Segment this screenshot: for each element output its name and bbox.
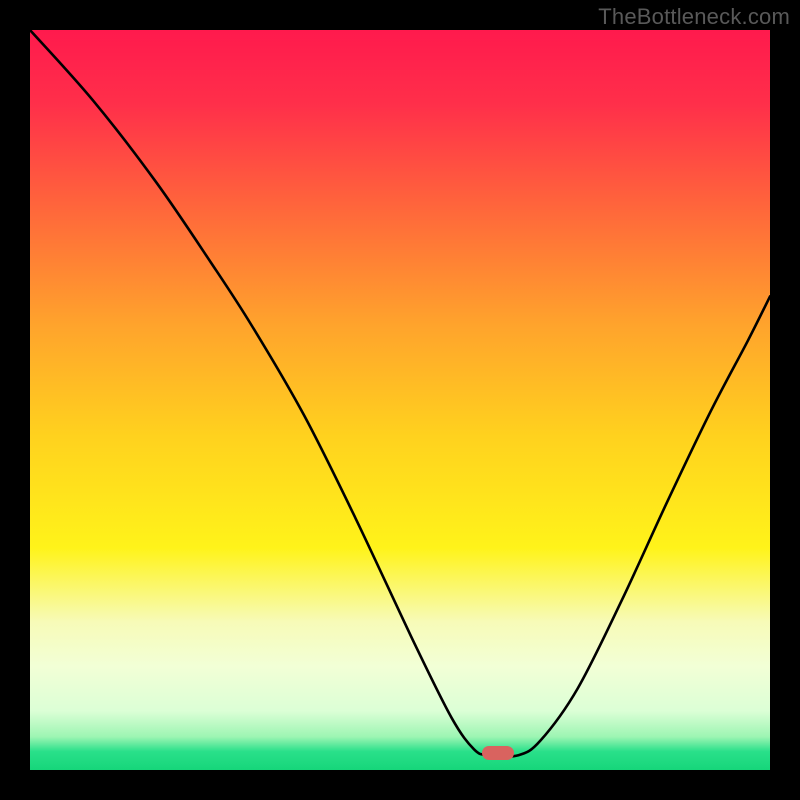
plot-area (30, 30, 770, 770)
chart-frame: TheBottleneck.com (0, 0, 800, 800)
watermark-text: TheBottleneck.com (598, 4, 790, 30)
optimal-marker (482, 746, 514, 760)
bottleneck-curve (30, 30, 770, 770)
